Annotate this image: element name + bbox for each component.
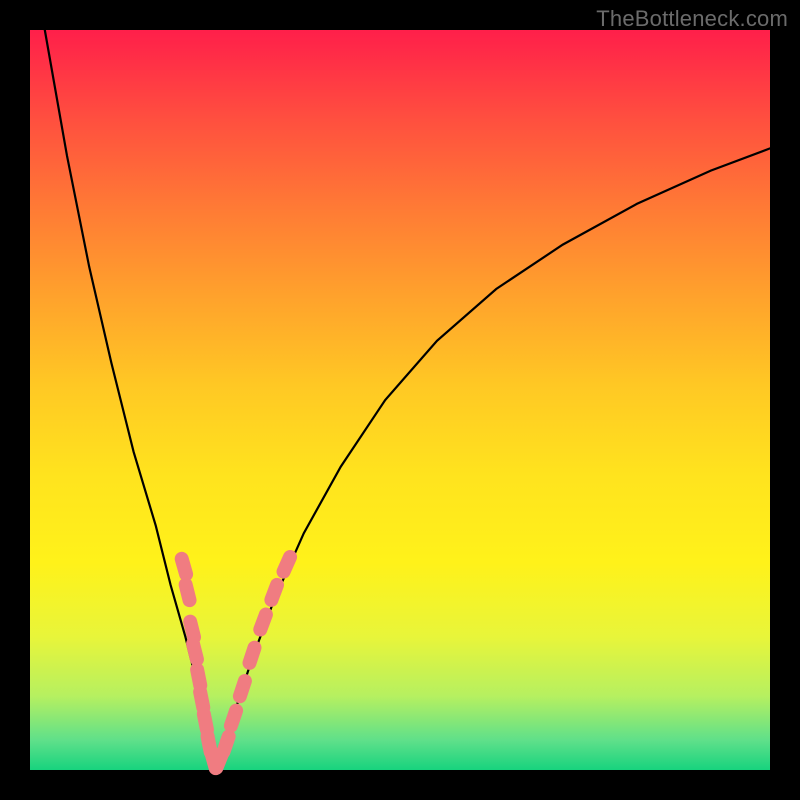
watermark-text: TheBottleneck.com (596, 6, 788, 32)
chart-frame: TheBottleneck.com (0, 0, 800, 800)
bottleneck-curve (45, 30, 770, 766)
curve-marker (231, 672, 254, 705)
curve-marker (215, 728, 238, 761)
curve-svg (30, 30, 770, 770)
curve-marker (251, 605, 275, 638)
curve-marker (241, 639, 264, 672)
curve-marker (262, 576, 286, 609)
marker-group (173, 548, 299, 777)
curve-marker (185, 635, 206, 667)
curve-marker (177, 576, 198, 608)
plot-area (30, 30, 770, 770)
curve-marker (274, 548, 299, 581)
curve-marker (222, 702, 245, 735)
